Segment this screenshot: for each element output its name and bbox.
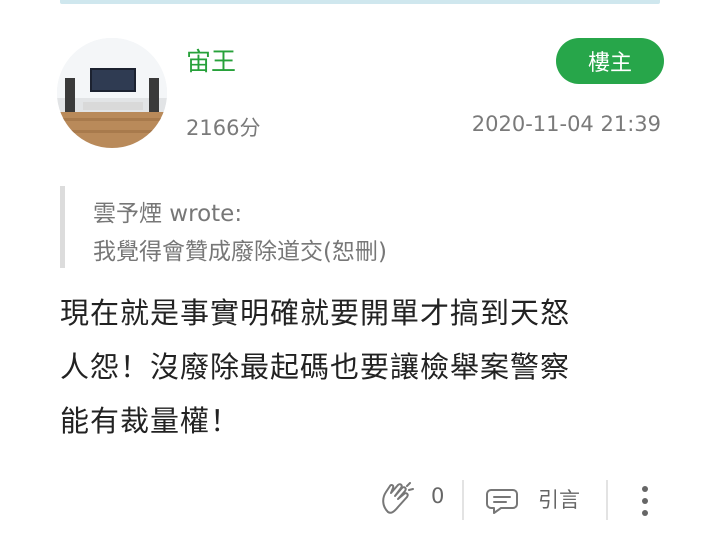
- avatar-image: [57, 38, 167, 148]
- divider: [606, 480, 608, 520]
- post-body: 現在就是事實明確就要開單才搞到天怒 人怨！沒廢除最起碼也要讓檢舉案警察 能有裁量…: [60, 286, 670, 448]
- quote-author: 雲予煙 wrote:: [93, 201, 243, 227]
- post-body-line: 人怨！沒廢除最起碼也要讓檢舉案警察: [60, 350, 571, 384]
- quote-button[interactable]: 引言: [538, 484, 580, 514]
- quote-bubble-icon[interactable]: [485, 482, 523, 516]
- username[interactable]: 宙王: [186, 42, 236, 78]
- clap-icon[interactable]: [378, 482, 414, 516]
- quote-text: 我覺得會贊成廢除道交(恕刪): [93, 239, 387, 265]
- post-timestamp: 2020-11-04 21:39: [471, 112, 661, 136]
- post-actions: 0 引言: [0, 470, 720, 526]
- divider: [462, 480, 464, 520]
- top-divider: [60, 0, 660, 4]
- post-body-line: 現在就是事實明確就要開單才搞到天怒: [60, 296, 571, 330]
- like-count: 0: [431, 484, 445, 508]
- user-score: 2166分: [186, 116, 261, 140]
- op-badge: 樓主: [556, 38, 664, 84]
- more-vertical-icon[interactable]: [638, 484, 652, 518]
- avatar[interactable]: [57, 38, 167, 148]
- quote-block: 雲予煙 wrote: 我覺得會贊成廢除道交(恕刪): [60, 186, 665, 268]
- post-body-line: 能有裁量權！: [60, 404, 241, 438]
